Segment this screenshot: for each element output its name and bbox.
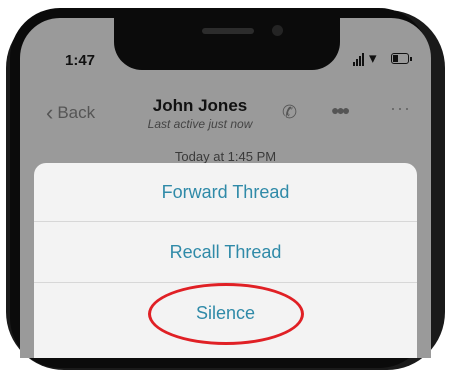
back-button[interactable]: ‹ Back: [46, 100, 95, 126]
highlight-ring: [148, 283, 304, 345]
phone-icon[interactable]: ✆: [282, 102, 297, 123]
contact-name: John Jones: [152, 96, 248, 115]
signal-icon: [353, 52, 367, 66]
contact-info[interactable]: John Jones Last active just now: [130, 96, 270, 131]
notch: [114, 18, 340, 70]
wifi-icon: ▾: [369, 50, 377, 67]
group-icon[interactable]: ●●●: [331, 102, 350, 118]
message-timestamp: Today at 1:45 PM: [174, 149, 277, 164]
status-time: 1:47: [65, 52, 96, 69]
front-camera: [272, 25, 283, 36]
battery-icon: [391, 53, 412, 64]
chevron-left-icon: ‹: [46, 100, 54, 125]
contact-status: Last active just now: [147, 117, 253, 131]
more-icon[interactable]: ···: [390, 98, 411, 119]
conversation-header: ‹ Back John Jones Last active just now ✆ …: [20, 96, 431, 144]
forward-thread-button[interactable]: Forward Thread: [34, 163, 417, 222]
back-label: Back: [57, 103, 96, 122]
recall-thread-button[interactable]: Recall Thread: [34, 222, 417, 283]
speaker-grille: [202, 28, 254, 34]
